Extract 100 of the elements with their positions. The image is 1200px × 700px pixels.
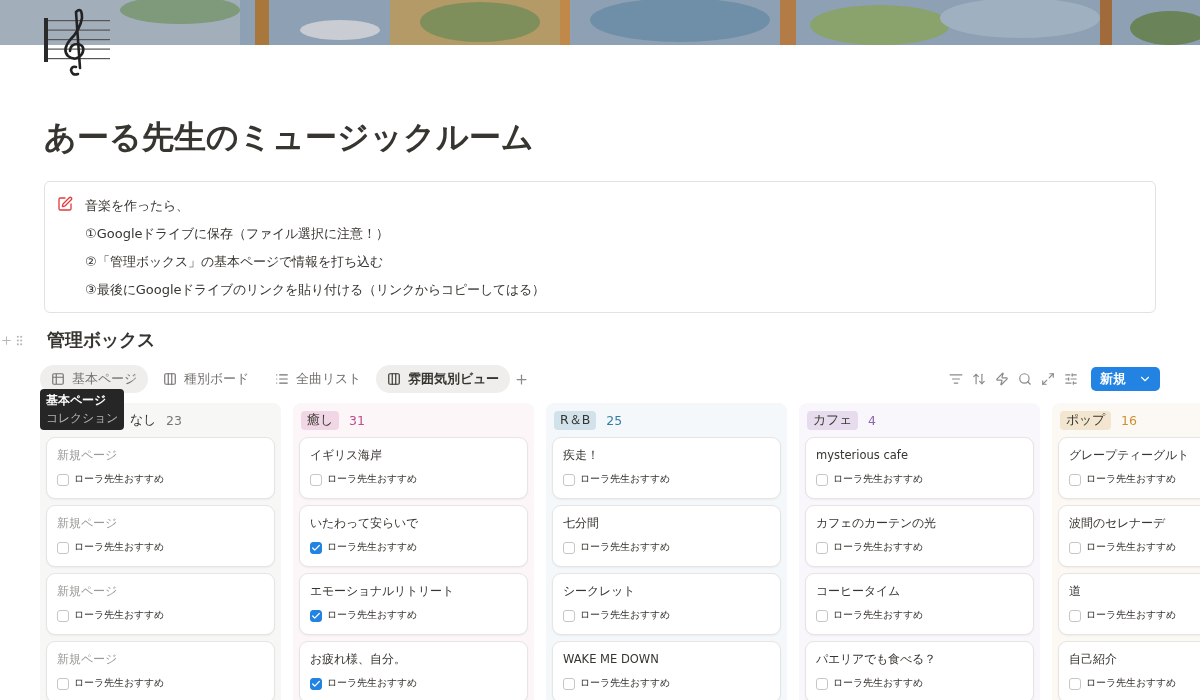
checkbox-label: ローラ先生おすすめ: [1086, 541, 1176, 554]
card-title: グレープティーグルト: [1069, 447, 1190, 464]
checkbox[interactable]: [57, 473, 69, 486]
table-icon: [51, 372, 65, 386]
checkbox-label: ローラ先生おすすめ: [833, 609, 923, 622]
card-title: 疾走！: [563, 447, 600, 464]
tooltip-subtitle: コレクション: [46, 410, 118, 427]
card-title: 新規ページ: [57, 515, 118, 532]
search-icon[interactable]: [1018, 372, 1032, 386]
view-tab[interactable]: 全曲リスト: [264, 365, 372, 393]
group-count: 16: [1121, 412, 1137, 428]
checkbox[interactable]: [563, 677, 575, 690]
checkbox-label: ローラ先生おすすめ: [833, 473, 923, 486]
callout-text: ①Googleドライブに保存（ファイル選択に注意！）: [85, 225, 391, 243]
filter-icon[interactable]: [949, 372, 963, 386]
card-title: 七分間: [563, 515, 600, 532]
card-title: いたわって安らいで: [310, 515, 419, 532]
board-card[interactable]: 新規ページ ローラ先生おすすめ: [46, 505, 275, 567]
callout-text: ②「管理ボックス」の基本ページで情報を打ち込む: [85, 253, 384, 271]
card-title: 自己紹介: [1069, 651, 1118, 668]
settings-icon[interactable]: [1064, 372, 1078, 386]
group-tag: R＆B: [554, 410, 597, 430]
card-title: 新規ページ: [57, 583, 118, 600]
board-card[interactable]: パエリアでも食べる？ ローラ先生おすすめ: [805, 641, 1034, 700]
add-view-icon[interactable]: [514, 371, 529, 387]
expand-icon[interactable]: [1041, 372, 1055, 386]
card-title: シークレット: [563, 583, 636, 600]
checkbox-label: ローラ先生おすすめ: [580, 609, 670, 622]
checkbox[interactable]: [310, 677, 322, 690]
checkbox[interactable]: [1069, 609, 1081, 622]
board-card[interactable]: イギリス海岸 ローラ先生おすすめ: [299, 437, 528, 499]
checkbox-label: ローラ先生おすすめ: [74, 609, 164, 622]
board-card[interactable]: 疾走！ ローラ先生おすすめ: [552, 437, 781, 499]
page-title: あーる先生のミュージックルーム: [44, 117, 535, 158]
edit-icon: [57, 196, 73, 212]
group-tag: 癒し: [301, 410, 339, 430]
callout-text: 音楽を作ったら、: [85, 197, 190, 215]
add-icon[interactable]: [0, 333, 13, 347]
board-card[interactable]: いたわって安らいで ローラ先生おすすめ: [299, 505, 528, 567]
view-tab[interactable]: 種別ボード: [152, 365, 260, 393]
card-title: パエリアでも食べる？: [816, 651, 937, 668]
checkbox[interactable]: [563, 473, 575, 486]
group-tag: カフェ: [807, 410, 858, 430]
board-card[interactable]: コーヒータイム ローラ先生おすすめ: [805, 573, 1034, 635]
checkbox-label: ローラ先生おすすめ: [833, 541, 923, 554]
callout-text: ③最後にGoogleドライブのリンクを貼り付ける（リンクからコピーしてはる）: [85, 281, 546, 299]
board-card[interactable]: mysterious cafe ローラ先生おすすめ: [805, 437, 1034, 499]
view-tab[interactable]: 雰囲気別ビュー: [376, 365, 510, 393]
checkbox-label: ローラ先生おすすめ: [327, 473, 417, 486]
checkbox-label: ローラ先生おすすめ: [327, 541, 417, 554]
card-title: 新規ページ: [57, 651, 118, 668]
checkbox[interactable]: [57, 677, 69, 690]
database-title: 管理ボックス: [47, 328, 155, 352]
checkbox[interactable]: [57, 609, 69, 622]
new-button[interactable]: 新規: [1091, 367, 1160, 391]
sort-icon[interactable]: [972, 372, 986, 386]
checkbox-label: ローラ先生おすすめ: [580, 541, 670, 554]
checkbox[interactable]: [310, 473, 322, 486]
board-card[interactable]: WAKE ME DOWN ローラ先生おすすめ: [552, 641, 781, 700]
group-count: 25: [606, 412, 623, 428]
checkbox[interactable]: [310, 609, 322, 622]
lightning-icon[interactable]: [995, 372, 1009, 386]
checkbox-label: ローラ先生おすすめ: [74, 677, 164, 690]
card-title: カフェのカーテンの光: [816, 515, 937, 532]
checkbox[interactable]: [563, 541, 575, 554]
checkbox[interactable]: [57, 541, 69, 554]
checkbox[interactable]: [816, 473, 828, 486]
group-label: なし: [130, 411, 156, 429]
board-card[interactable]: 波間のセレナーデ ローラ先生おすすめ: [1058, 505, 1200, 567]
checkbox[interactable]: [1069, 677, 1081, 690]
checkbox[interactable]: [1069, 473, 1081, 486]
card-title: お疲れ様、自分。: [310, 651, 407, 668]
checkbox[interactable]: [1069, 541, 1081, 554]
tooltip-title: 基本ページ: [46, 392, 107, 409]
card-title: 新規ページ: [57, 447, 118, 464]
group-count: 4: [868, 412, 876, 428]
checkbox[interactable]: [816, 541, 828, 554]
checkbox[interactable]: [310, 541, 322, 554]
board-card[interactable]: カフェのカーテンの光 ローラ先生おすすめ: [805, 505, 1034, 567]
board-card[interactable]: 自己紹介 ローラ先生おすすめ: [1058, 641, 1200, 700]
board-card[interactable]: グレープティーグルト ローラ先生おすすめ: [1058, 437, 1200, 499]
card-title: 波間のセレナーデ: [1069, 515, 1166, 532]
board-card[interactable]: 七分間 ローラ先生おすすめ: [552, 505, 781, 567]
checkbox-label: ローラ先生おすすめ: [1086, 473, 1176, 486]
checkbox[interactable]: [816, 677, 828, 690]
board-card[interactable]: 新規ページ ローラ先生おすすめ: [46, 437, 275, 499]
checkbox-label: ローラ先生おすすめ: [74, 541, 164, 554]
board-card[interactable]: お疲れ様、自分。 ローラ先生おすすめ: [299, 641, 528, 700]
board-card[interactable]: 新規ページ ローラ先生おすすめ: [46, 573, 275, 635]
card-title: コーヒータイム: [816, 583, 901, 600]
checkbox-label: ローラ先生おすすめ: [327, 677, 417, 690]
checkbox[interactable]: [816, 609, 828, 622]
checkbox[interactable]: [563, 609, 575, 622]
board-card[interactable]: 新規ページ ローラ先生おすすめ: [46, 641, 275, 700]
view-tab[interactable]: 基本ページ: [40, 365, 148, 393]
checkbox-label: ローラ先生おすすめ: [1086, 677, 1176, 690]
board-card[interactable]: 道 ローラ先生おすすめ: [1058, 573, 1200, 635]
checkbox-label: ローラ先生おすすめ: [327, 609, 417, 622]
board-card[interactable]: エモーショナルリトリート ローラ先生おすすめ: [299, 573, 528, 635]
board-card[interactable]: シークレット ローラ先生おすすめ: [552, 573, 781, 635]
